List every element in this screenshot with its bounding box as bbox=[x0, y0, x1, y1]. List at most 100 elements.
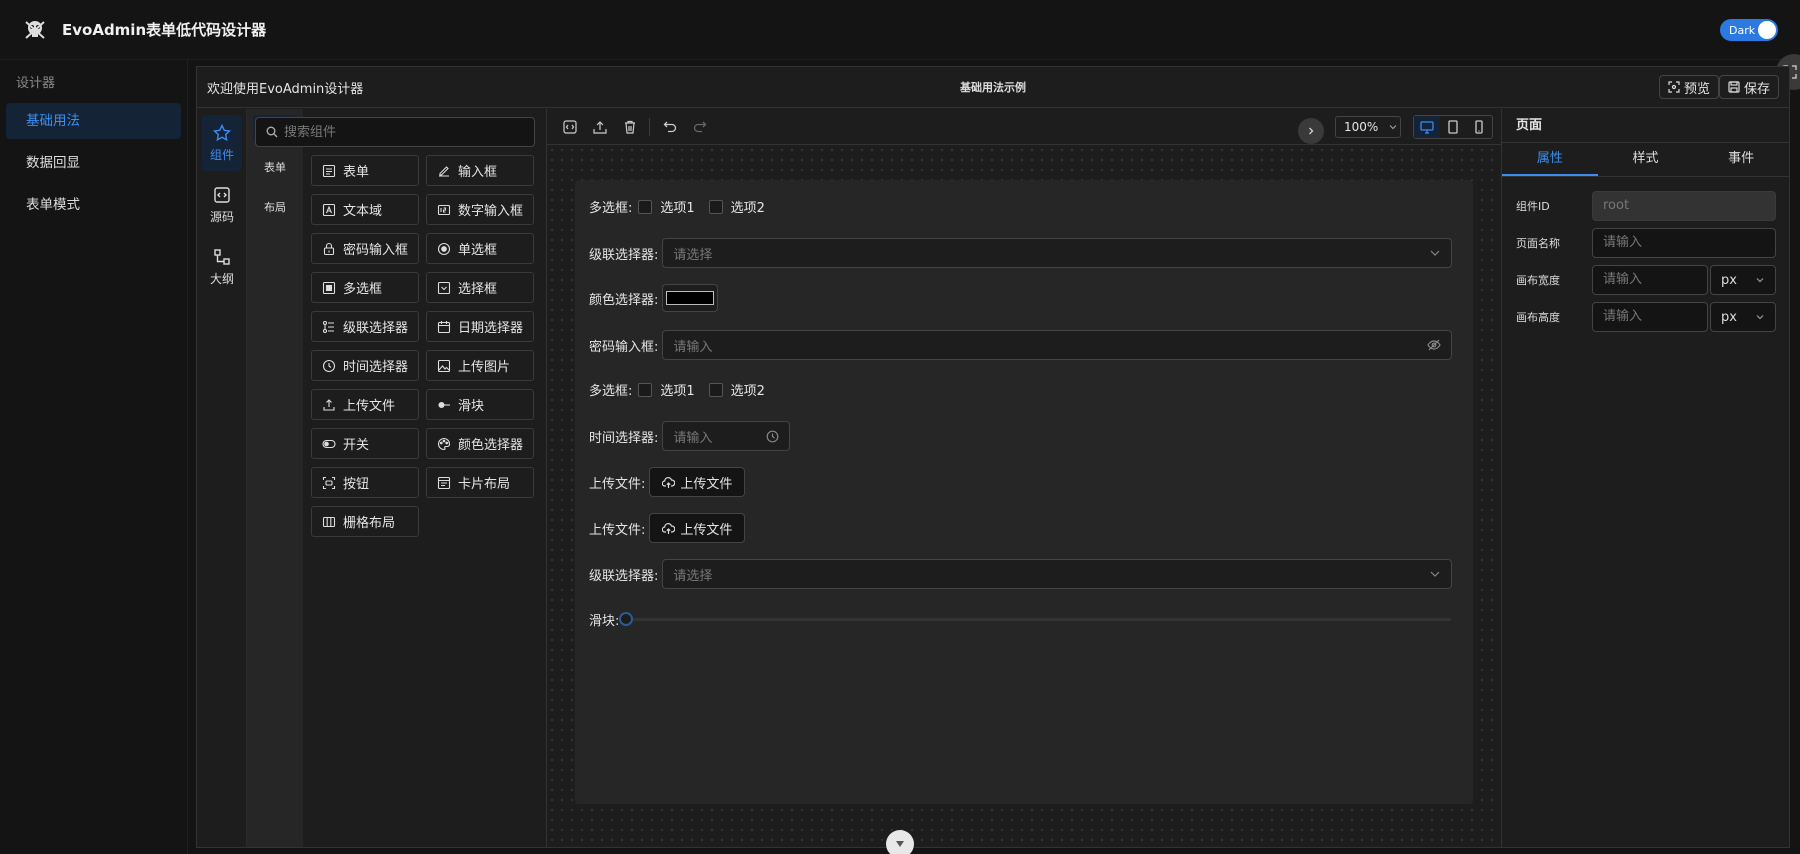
component-number[interactable]: 数字输入框 bbox=[426, 194, 534, 225]
component-slider[interactable]: 滑块 bbox=[426, 389, 534, 420]
slider-track[interactable] bbox=[619, 612, 1452, 626]
component-search[interactable] bbox=[255, 117, 535, 147]
components-grid: 表单 输入框文本域 数字输入框 密码输入框 单选框多选框 选择框 级联选择器 日期选择器 时间选… bbox=[311, 155, 534, 537]
cascader-select[interactable]: 请选择 bbox=[662, 559, 1453, 589]
form-code-button[interactable] bbox=[561, 118, 579, 136]
icon-rail: 组件 源码 大纲 bbox=[197, 109, 247, 847]
theme-toggle[interactable]: Dark bbox=[1720, 19, 1778, 41]
rail-label: 组件 bbox=[209, 147, 234, 162]
cascader-select[interactable]: 请选择 bbox=[662, 238, 1453, 268]
checkbox-option[interactable]: 选项2 bbox=[708, 197, 765, 216]
checkbox-box[interactable] bbox=[708, 382, 723, 397]
time-picker[interactable]: 请输入 bbox=[662, 421, 791, 451]
component-card[interactable]: 卡片布局 bbox=[426, 467, 534, 498]
height-unit-select[interactable]: px bbox=[1710, 302, 1776, 332]
component-checkbox[interactable]: 多选框 bbox=[311, 272, 419, 303]
undo-button[interactable] bbox=[661, 118, 679, 136]
checkbox-option[interactable]: 选项1 bbox=[638, 380, 695, 399]
category-form[interactable]: 表单 bbox=[253, 155, 297, 181]
component-button[interactable]: 按钮 bbox=[311, 467, 419, 498]
checkbox-icon bbox=[322, 281, 336, 294]
redo-button[interactable] bbox=[691, 118, 709, 136]
zoom-value: 100% bbox=[1344, 120, 1379, 134]
search-input[interactable] bbox=[284, 124, 514, 140]
collapse-panel-button[interactable] bbox=[1298, 118, 1324, 144]
sidebar-item-basic[interactable]: 基础用法 bbox=[6, 103, 181, 139]
width-unit-select[interactable]: px bbox=[1710, 265, 1776, 295]
search-icon bbox=[266, 126, 278, 138]
sidebar-item-form-mode[interactable]: 表单模式 bbox=[6, 187, 181, 223]
bottom-expand-button[interactable] bbox=[886, 830, 914, 854]
device-tablet-button[interactable] bbox=[1440, 116, 1466, 138]
component-switch[interactable]: 开关 bbox=[311, 428, 419, 459]
checkbox-option[interactable]: 选项2 bbox=[708, 380, 765, 399]
color-swatch bbox=[666, 291, 715, 305]
component-palette[interactable]: 颜色选择器 bbox=[426, 428, 534, 459]
component-image[interactable]: 上传图片 bbox=[426, 350, 534, 381]
color-picker[interactable] bbox=[662, 284, 719, 312]
slider-handle[interactable] bbox=[619, 612, 634, 626]
checkbox-field-2: 多选框: 选项1 选项2 bbox=[589, 380, 779, 399]
theme-toggle-knob bbox=[1758, 21, 1776, 39]
form-canvas[interactable]: 多选框: 选项1 选项2 级联选择器: 请选择 颜色选择器: 密码输入框: 请输… bbox=[575, 180, 1473, 804]
checkbox-box[interactable] bbox=[638, 382, 653, 397]
component-edit[interactable]: 输入框 bbox=[426, 155, 534, 186]
tab-attributes[interactable]: 属性 bbox=[1502, 143, 1598, 176]
zoom-select[interactable]: 100% bbox=[1335, 116, 1401, 138]
designer-title: 基础用法示例 bbox=[960, 81, 1026, 94]
password-input[interactable]: 请输入 bbox=[662, 330, 1453, 360]
upload-field-1: 上传文件: 上传文件 bbox=[589, 467, 746, 497]
clear-button[interactable] bbox=[621, 118, 639, 136]
rail-item-outline[interactable]: 大纲 bbox=[202, 239, 242, 295]
cascader-field-1: 级联选择器: 请选择 bbox=[589, 238, 1453, 268]
component-cascader[interactable]: 级联选择器 bbox=[311, 311, 419, 342]
tab-events[interactable]: 事件 bbox=[1693, 143, 1789, 176]
panel-tabs: 属性 样式 事件 bbox=[1502, 143, 1789, 177]
component-radio[interactable]: 单选框 bbox=[426, 233, 534, 264]
sidebar-item-data-echo[interactable]: 数据回显 bbox=[6, 145, 181, 181]
export-button[interactable] bbox=[591, 118, 609, 136]
checkbox-box[interactable] bbox=[638, 199, 653, 214]
upload-file-button[interactable]: 上传文件 bbox=[649, 513, 746, 543]
cascader-field-2: 级联选择器: 请选择 bbox=[589, 559, 1453, 589]
upload-file-button[interactable]: 上传文件 bbox=[649, 467, 746, 497]
eye-off-icon[interactable] bbox=[1427, 338, 1442, 352]
canvas-height-input[interactable]: 请输入 bbox=[1592, 302, 1708, 332]
preview-button[interactable]: 预览 bbox=[1659, 75, 1720, 99]
time-placeholder: 请输入 bbox=[673, 430, 713, 446]
component-label: 输入框 bbox=[458, 165, 498, 180]
tab-styles[interactable]: 样式 bbox=[1598, 143, 1694, 176]
password-placeholder: 请输入 bbox=[673, 339, 713, 355]
component-select[interactable]: 选择框 bbox=[426, 272, 534, 303]
desktop-icon bbox=[1420, 121, 1434, 134]
rail-item-components[interactable]: 组件 bbox=[202, 115, 242, 171]
component-form[interactable]: 表单 bbox=[311, 155, 419, 186]
page-name-input[interactable]: 请输入 bbox=[1592, 228, 1776, 258]
component-textarea[interactable]: 文本域 bbox=[311, 194, 419, 225]
prop-canvas-width: 画布宽度 请输入 px bbox=[1516, 265, 1776, 295]
component-label: 文本域 bbox=[343, 204, 383, 219]
device-desktop-button[interactable] bbox=[1414, 116, 1440, 138]
component-grid[interactable]: 栅格布局 bbox=[311, 506, 419, 537]
field-label: 密码输入框: bbox=[589, 339, 659, 355]
component-label: 单选框 bbox=[458, 243, 498, 258]
chevron-down-icon bbox=[896, 841, 904, 847]
rail-item-source[interactable]: 源码 bbox=[202, 177, 242, 233]
component-clock[interactable]: 时间选择器 bbox=[311, 350, 419, 381]
component-calendar[interactable]: 日期选择器 bbox=[426, 311, 534, 342]
switch-icon bbox=[322, 439, 336, 448]
component-label: 开关 bbox=[343, 438, 370, 453]
checkbox-box[interactable] bbox=[708, 199, 723, 214]
checkbox-option-label: 选项2 bbox=[730, 201, 765, 216]
device-mobile-button[interactable] bbox=[1466, 116, 1492, 138]
component-upload[interactable]: 上传文件 bbox=[311, 389, 419, 420]
prop-canvas-height: 画布高度 请输入 px bbox=[1516, 302, 1776, 332]
component-lock[interactable]: 密码输入框 bbox=[311, 233, 419, 264]
component-id-input: root bbox=[1592, 191, 1776, 221]
checkbox-option[interactable]: 选项1 bbox=[638, 197, 695, 216]
category-layout[interactable]: 布局 bbox=[253, 195, 297, 221]
tablet-icon bbox=[1448, 120, 1458, 134]
canvas-width-input[interactable]: 请输入 bbox=[1592, 265, 1708, 295]
cascader-placeholder: 请选择 bbox=[673, 568, 713, 584]
save-button[interactable]: 保存 bbox=[1719, 75, 1780, 99]
